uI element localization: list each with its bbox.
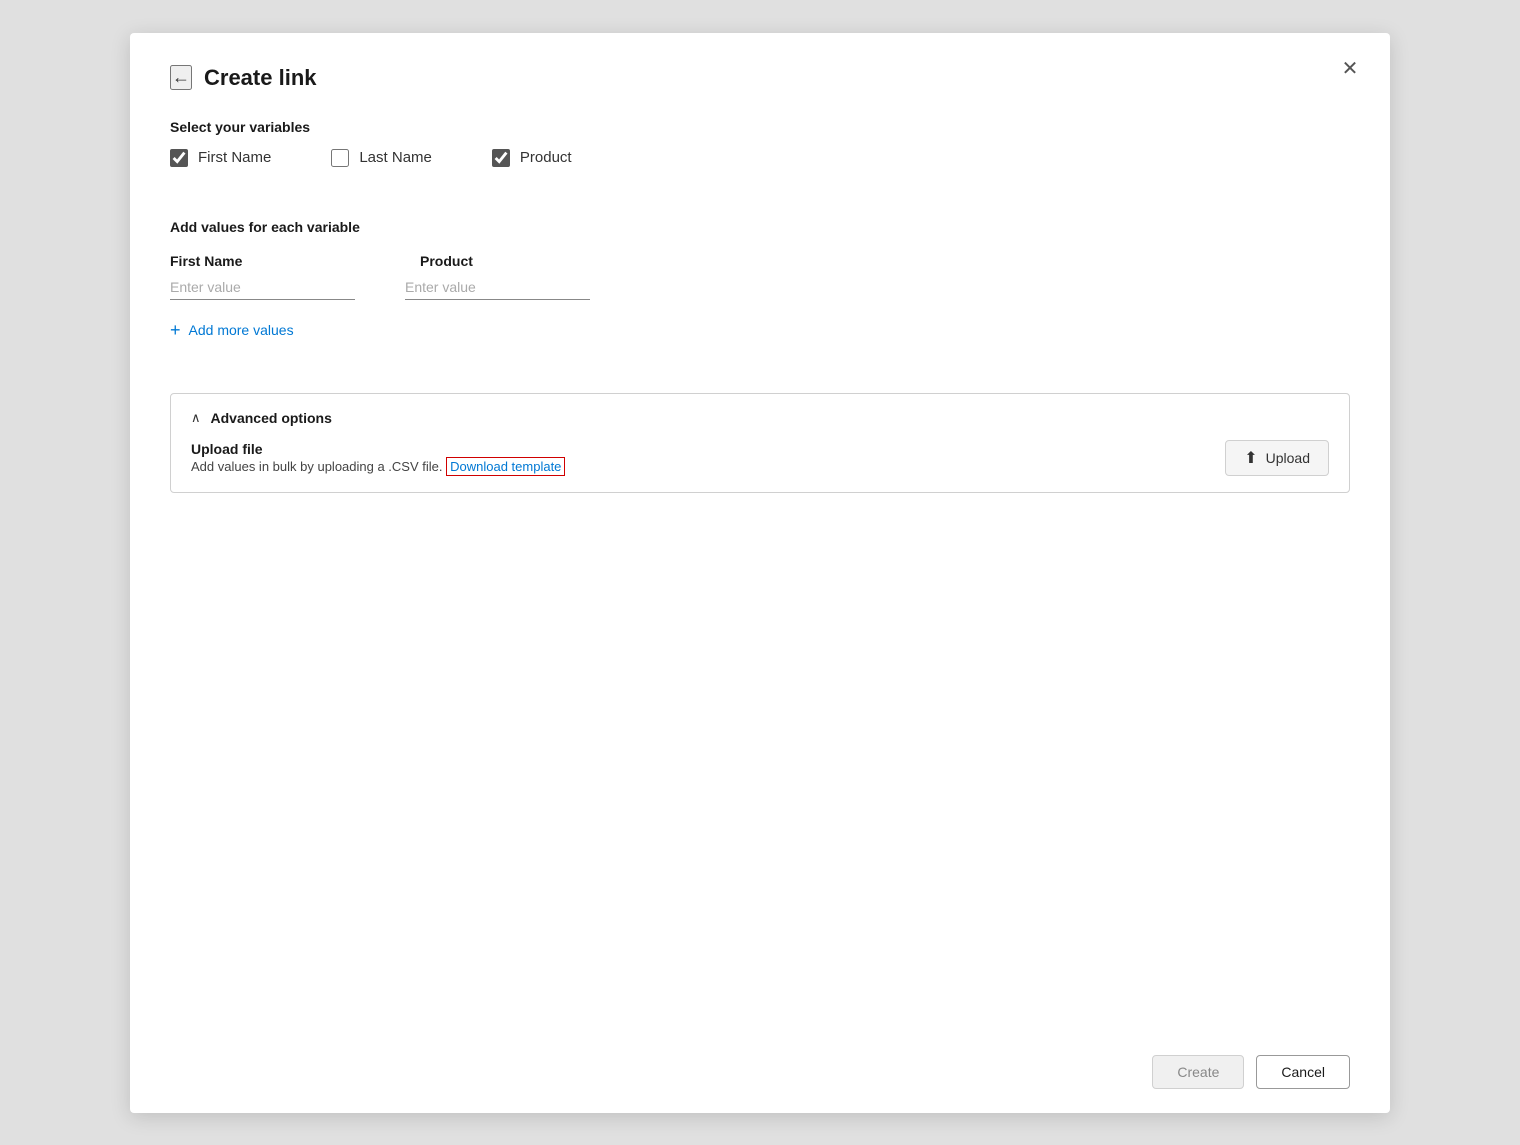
checkbox-product-input[interactable] <box>492 149 510 167</box>
create-button[interactable]: Create <box>1152 1055 1244 1089</box>
first-name-value-input[interactable] <box>170 275 355 300</box>
select-variables-section: Select your variables First Name Last Na… <box>170 119 1350 199</box>
upload-button-label: Upload <box>1266 450 1310 466</box>
checkbox-product-label: Product <box>520 149 572 166</box>
close-icon: ✕ <box>1342 56 1359 81</box>
plus-icon: + <box>170 320 181 341</box>
advanced-options-header[interactable]: ∧ Advanced options <box>191 410 1329 426</box>
dialog-title: Create link <box>204 65 317 91</box>
add-values-label: Add values for each variable <box>170 219 1350 235</box>
checkbox-first-name: First Name <box>170 149 271 167</box>
checkbox-first-name-input[interactable] <box>170 149 188 167</box>
advanced-options-section: ∧ Advanced options Upload file Add value… <box>170 393 1350 493</box>
checkbox-first-name-label: First Name <box>198 149 271 166</box>
add-more-button[interactable]: + Add more values <box>170 320 294 341</box>
close-button[interactable]: ✕ <box>1334 53 1366 85</box>
cancel-button[interactable]: Cancel <box>1256 1055 1350 1089</box>
create-link-dialog: ← Create link ✕ Select your variables Fi… <box>130 33 1390 1113</box>
dialog-header: ← Create link <box>170 65 1350 91</box>
input-row <box>170 275 1350 300</box>
download-template-link[interactable]: Download template <box>446 457 565 476</box>
back-button[interactable]: ← <box>170 65 192 90</box>
upload-file-label: Upload file <box>191 441 565 457</box>
chevron-icon: ∧ <box>191 410 201 426</box>
back-arrow-icon: ← <box>172 67 190 88</box>
checkbox-last-name-input[interactable] <box>331 149 349 167</box>
add-values-section: Add values for each variable First Name … <box>170 219 1350 373</box>
add-more-label: Add more values <box>189 322 294 338</box>
upload-info: Upload file Add values in bulk by upload… <box>191 441 565 474</box>
columns-header: First Name Product <box>170 253 1350 269</box>
upload-desc-text: Add values in bulk by uploading a .CSV f… <box>191 459 443 474</box>
upload-arrow-icon: ⬆ <box>1244 448 1257 468</box>
col-header-product: Product <box>420 253 620 269</box>
advanced-options-title: Advanced options <box>211 410 332 426</box>
col-header-first-name: First Name <box>170 253 370 269</box>
product-value-input[interactable] <box>405 275 590 300</box>
upload-row: Upload file Add values in bulk by upload… <box>191 440 1329 476</box>
variables-row: First Name Last Name Product <box>170 149 1350 167</box>
checkbox-last-name-label: Last Name <box>359 149 432 166</box>
checkbox-last-name: Last Name <box>331 149 432 167</box>
checkbox-product: Product <box>492 149 572 167</box>
upload-button[interactable]: ⬆ Upload <box>1225 440 1329 476</box>
upload-desc: Add values in bulk by uploading a .CSV f… <box>191 459 565 474</box>
select-variables-label: Select your variables <box>170 119 1350 135</box>
dialog-footer: Create Cancel <box>170 1035 1350 1089</box>
